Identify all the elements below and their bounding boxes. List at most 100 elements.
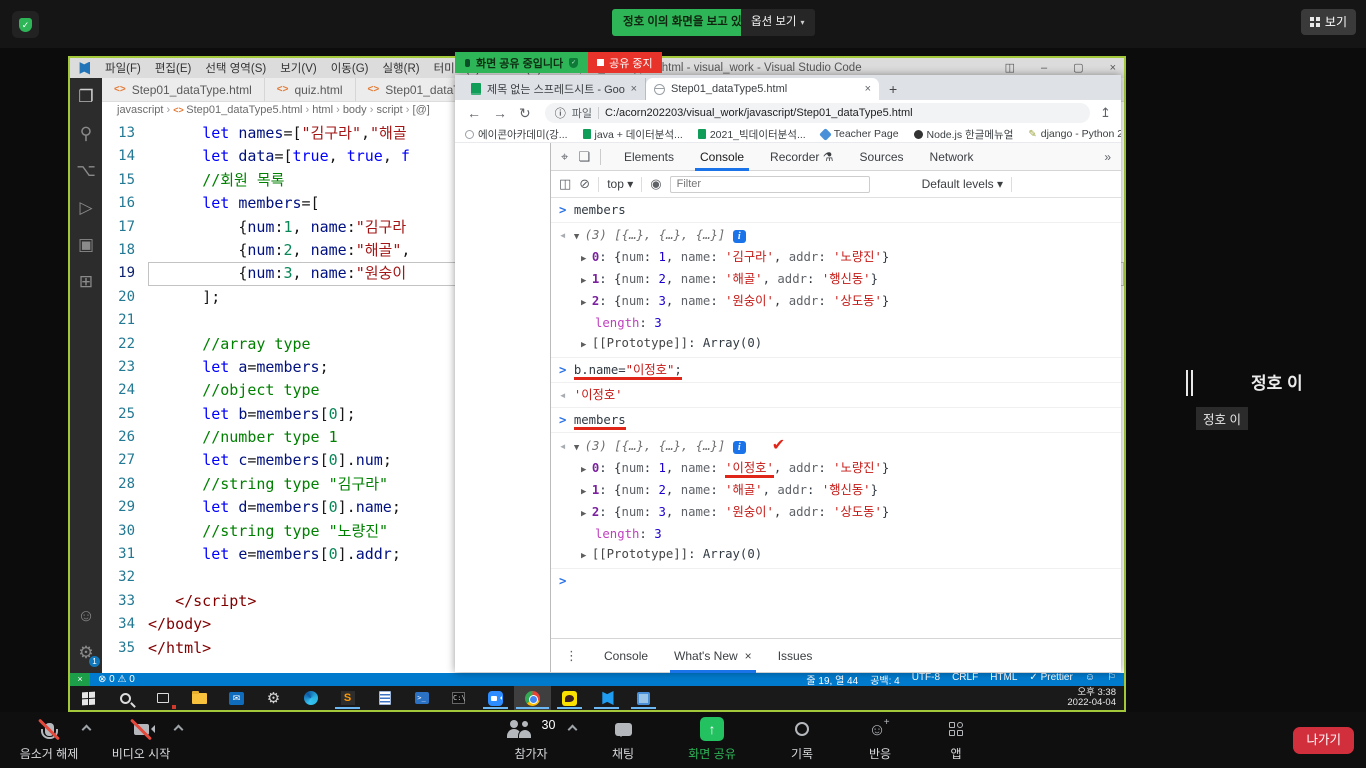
settings-app[interactable]: ⚙ — [255, 686, 292, 710]
task-view[interactable] — [144, 686, 181, 710]
unmute-button[interactable]: 음소거 해제 — [8, 718, 92, 762]
start-button[interactable] — [70, 686, 107, 710]
menu-file[interactable]: 파일(F) — [98, 60, 148, 76]
device-toolbar-icon[interactable]: ❏ — [578, 149, 590, 165]
tab-elements[interactable]: Elements — [611, 143, 687, 171]
remote-explorer-icon[interactable]: ▣ — [70, 226, 102, 263]
log-levels-selector[interactable]: Default levels ▾ — [922, 177, 1003, 191]
back-button[interactable]: ← — [467, 105, 481, 121]
taskbar-search[interactable] — [107, 686, 144, 710]
drawer-tab-whats-new[interactable]: What's New × — [670, 639, 756, 673]
account-icon[interactable]: ☺ — [70, 597, 102, 634]
chevron-up-icon[interactable] — [173, 724, 184, 735]
console-sidebar-icon[interactable]: ◫ — [559, 176, 571, 192]
kakaotalk-app[interactable] — [551, 686, 588, 710]
forward-button[interactable]: → — [493, 105, 507, 121]
vscode-app[interactable] — [588, 686, 625, 710]
editor-tab[interactable]: <> quiz.html — [265, 78, 356, 101]
tab-console[interactable]: Console — [687, 143, 757, 171]
drawer-menu-icon[interactable]: ⋮ — [565, 648, 578, 664]
console-object-row[interactable]: ▶ 0: {num: 1, name: '김구라', addr: '노량진'} — [551, 247, 1121, 269]
browser-tab-active[interactable]: Step01_dataType5.html × — [646, 78, 879, 100]
start-video-button[interactable]: 비디오 시작 — [100, 718, 184, 762]
bookmark[interactable]: ✎django - Python 2... — [1028, 128, 1121, 140]
clear-console-icon[interactable]: ⊘ — [579, 176, 590, 192]
run-debug-icon[interactable]: ▷ — [70, 189, 102, 226]
bookmark[interactable]: Teacher Page — [818, 127, 899, 141]
address-bar[interactable]: ⓘ 파일 C:/acorn202203/visual_work/javascri… — [544, 103, 1091, 123]
info-icon[interactable]: ⓘ — [555, 105, 566, 121]
console-prototype-row[interactable]: ▶ [[Prototype]]: Array(0) — [551, 544, 1121, 566]
chevron-up-icon[interactable] — [567, 724, 578, 735]
source-control-icon[interactable]: ⌥ — [70, 152, 102, 189]
bookmark[interactable]: java + 데이터분석... — [582, 127, 683, 142]
reload-button[interactable]: ↻ — [519, 105, 531, 122]
feedback-icon[interactable]: ☺ — [1085, 672, 1095, 687]
bookmark[interactable]: Node.js 한글메뉴얼 — [913, 127, 1013, 142]
drawer-tab-issues[interactable]: Issues — [778, 639, 813, 673]
remote-indicator[interactable]: × — [70, 673, 90, 686]
eye-icon[interactable]: ◉ — [650, 176, 661, 192]
console-input-row[interactable]: > b.name="이정호"; — [551, 360, 1121, 380]
chat-button[interactable]: 채팅 — [598, 718, 648, 762]
browser-tab[interactable]: 제목 없는 스프레드시트 - Goog × — [463, 78, 646, 100]
security-shield-icon[interactable]: ✓ — [12, 11, 39, 38]
menu-selection[interactable]: 선택 영역(S) — [198, 60, 273, 76]
close-icon[interactable]: × — [745, 649, 752, 663]
tab-sources[interactable]: Sources — [847, 143, 917, 171]
chevron-up-icon[interactable] — [81, 724, 92, 735]
leave-button[interactable]: 나가기 — [1293, 727, 1354, 754]
view-options-button[interactable]: 옵션 보기 ▾ — [741, 9, 815, 36]
record-button[interactable]: 기록 — [778, 718, 826, 762]
console-object-row[interactable]: ▶ 1: {num: 2, name: '해골', addr: '행신동'} — [551, 480, 1121, 502]
stop-share-button[interactable]: 공유 중지 — [588, 52, 662, 73]
explorer-icon[interactable]: ❐ — [70, 78, 102, 115]
console-prompt[interactable]: > — [551, 571, 1121, 591]
extensions-icon[interactable]: ⊞ — [70, 263, 102, 300]
edge-browser[interactable] — [292, 686, 329, 710]
notifications-bell-icon[interactable]: ⚐ — [1107, 672, 1116, 687]
document-app[interactable] — [366, 686, 403, 710]
console-object-row[interactable]: ▶ 2: {num: 3, name: '원숭이', addr: '상도동'} — [551, 291, 1121, 313]
formatter[interactable]: ✓ Prettier — [1029, 672, 1072, 687]
close-tab-icon[interactable]: × — [631, 83, 637, 95]
console-filter-input[interactable] — [669, 175, 870, 193]
sublime-app[interactable]: S — [329, 686, 366, 710]
console-input-row[interactable]: > members — [551, 410, 1121, 430]
bookmark[interactable]: 2021_빅데이터분석... — [697, 127, 806, 142]
bookmark[interactable]: 에이콘아카데미(강... — [465, 127, 568, 142]
menu-edit[interactable]: 편집(E) — [148, 60, 199, 76]
console-prototype-row[interactable]: ▶ [[Prototype]]: Array(0) — [551, 333, 1121, 355]
more-tabs-icon[interactable]: » — [1104, 150, 1121, 164]
console-object-row[interactable]: ▶ 0: {num: 1, name: '이정호', addr: '노량진'} — [551, 458, 1121, 480]
problems-indicator[interactable]: ⊗ 0 ⚠ 0 — [98, 674, 135, 685]
eol[interactable]: CRLF — [952, 672, 978, 687]
chrome-app[interactable] — [514, 686, 551, 710]
console-object-row[interactable]: ▶ 2: {num: 3, name: '원숭이', addr: '상도동'} — [551, 502, 1121, 524]
indentation[interactable]: 공백: 4 — [870, 672, 900, 687]
menu-go[interactable]: 이동(G) — [324, 60, 376, 76]
share-page-icon[interactable]: ↥ — [1100, 105, 1111, 121]
cmd-app[interactable]: C:\ — [440, 686, 477, 710]
tab-recorder[interactable]: Recorder ⚗ — [757, 143, 846, 171]
share-screen-button[interactable]: ↑ 화면 공유 — [680, 717, 744, 762]
taskbar-clock[interactable]: 오후 3:38 2022-04-04 — [1067, 687, 1124, 709]
tab-network[interactable]: Network — [917, 143, 987, 171]
new-tab-button[interactable]: + — [889, 78, 897, 100]
context-selector[interactable]: top ▾ — [607, 177, 633, 191]
notes-app[interactable] — [625, 686, 662, 710]
encoding[interactable]: UTF-8 — [912, 672, 940, 687]
language-mode[interactable]: HTML — [990, 672, 1017, 687]
menu-run[interactable]: 실행(R) — [375, 60, 426, 76]
menu-view[interactable]: 보기(V) — [273, 60, 324, 76]
search-icon[interactable]: ⚲ — [70, 115, 102, 152]
console-object-row[interactable]: ▶ 1: {num: 2, name: '해골', addr: '행신동'} — [551, 269, 1121, 291]
powershell-app[interactable]: >_ — [403, 686, 440, 710]
inspect-element-icon[interactable]: ⌖ — [561, 149, 568, 165]
cursor-position[interactable]: 줄 19, 열 44 — [806, 672, 858, 687]
reactions-button[interactable]: ☺ + 반응 — [854, 717, 906, 762]
console-input-row[interactable]: > members — [551, 200, 1121, 220]
participants-button[interactable]: 30 참가자 — [488, 718, 578, 762]
apps-button[interactable]: 앱 — [936, 718, 976, 762]
view-mode-button[interactable]: 보기 — [1301, 9, 1356, 35]
